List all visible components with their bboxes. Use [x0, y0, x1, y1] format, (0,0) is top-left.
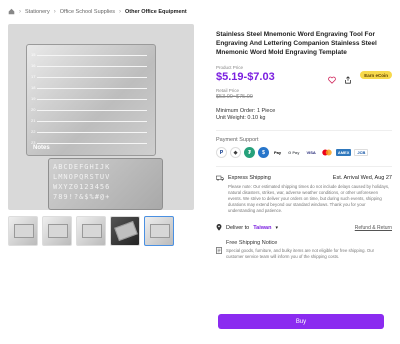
shipping-description: Please note: Our estimated shipping time…	[228, 184, 390, 213]
plate-number: 18	[31, 85, 36, 90]
amex-icon: AMEX	[335, 149, 352, 156]
home-icon[interactable]	[8, 8, 15, 15]
stencil-row: WXYZ0123456	[53, 183, 111, 191]
earn-ecoin-badge[interactable]: Earn eCoin	[360, 71, 392, 79]
refund-return-link[interactable]: Refund & Return	[355, 225, 392, 231]
location-pin-icon	[216, 224, 222, 231]
delivery-country-select[interactable]: Taiwan	[253, 225, 271, 231]
minimum-order: Minimum Order: 1 Piece	[216, 108, 276, 114]
breadcrumb-separator: ›	[19, 8, 21, 15]
stencil-row: LMNOPQRSTUV	[53, 173, 111, 181]
plate-number: 16	[31, 63, 36, 68]
mastercard-icon	[321, 149, 333, 156]
deliver-to-label: Deliver to	[226, 224, 250, 231]
plate-number: 19	[31, 96, 36, 101]
visa-icon: VISA	[306, 150, 316, 155]
apple-pay-icon: Pay	[274, 150, 282, 155]
shipping-method: Express Shipping	[228, 175, 271, 181]
product-info-panel: Stainless Steel Mnemonic Word Engraving …	[216, 30, 392, 260]
thumbnail-3[interactable]	[76, 216, 106, 246]
price-label: Product Price	[216, 65, 244, 70]
breadcrumb-item-office-school[interactable]: Office School Supplies	[60, 9, 115, 15]
retail-price-label: Retail Price	[216, 88, 240, 93]
heart-icon[interactable]	[328, 71, 337, 84]
product-title: Stainless Steel Mnemonic Word Engraving …	[216, 31, 377, 56]
retail-price: $53.00~$75.00	[216, 94, 253, 100]
plate-number: 20	[31, 107, 36, 112]
google-pay-icon: G Pay	[288, 150, 300, 155]
plate-number: 17	[31, 74, 36, 79]
free-shipping-notice-text: Special goods, furniture, and bulky item…	[226, 248, 375, 259]
plate-notes-label: Notes	[33, 145, 50, 151]
plate-number: 22	[31, 129, 36, 134]
usdc-icon: $	[258, 147, 269, 158]
unit-weight: Unit Weight: 0.10 kg	[216, 115, 266, 121]
free-shipping-notice-title: Free Shipping Notice	[226, 240, 278, 246]
thumbnail-strip	[8, 216, 174, 246]
stencil-row: 789!?&$%#@+	[53, 193, 111, 201]
breadcrumb-item-current: Other Office Equipment	[125, 8, 187, 15]
jcb-icon: JCB	[354, 149, 369, 156]
letter-stencil-image: ABCDEFGHIJK LMNOPQRSTUV WXYZ0123456 789!…	[48, 158, 163, 210]
notice-document-icon	[216, 241, 222, 254]
payment-support-title: Payment Support	[216, 137, 259, 143]
divider	[216, 130, 392, 131]
buy-button[interactable]: Buy	[218, 314, 384, 329]
breadcrumb: › Stationery › Office School Supplies › …	[8, 8, 187, 15]
product-price: $5.19-$7.03	[216, 71, 275, 83]
plate-number: 21	[31, 118, 36, 123]
thumbnail-4[interactable]	[110, 216, 140, 246]
payment-icons: P ◆ ₮ $ Pay G Pay VISA AMEX JCB	[216, 147, 392, 158]
share-icon[interactable]	[344, 71, 352, 84]
breadcrumb-item-stationery[interactable]: Stationery	[25, 9, 50, 15]
main-product-image[interactable]: 15 16 17 18 19 20 21 22 23 Notes ABCDEFG…	[8, 24, 194, 210]
divider	[216, 166, 392, 167]
thumbnail-2[interactable]	[42, 216, 72, 246]
breadcrumb-separator: ›	[53, 8, 56, 15]
steel-plate-image: 15 16 17 18 19 20 21 22 23 Notes	[26, 44, 156, 156]
truck-icon	[216, 175, 224, 181]
estimated-arrival: Est. Arrival Wed, Aug 27	[332, 175, 392, 181]
thumbnail-5[interactable]	[144, 216, 174, 246]
stencil-row: ABCDEFGHIJK	[53, 163, 111, 171]
breadcrumb-separator: ›	[119, 8, 122, 15]
thumbnail-1[interactable]	[8, 216, 38, 246]
paypal-icon: P	[216, 147, 227, 158]
chevron-down-icon[interactable]: ▾	[275, 225, 278, 231]
tether-icon: ₮	[244, 147, 255, 158]
plate-number: 15	[31, 52, 36, 57]
ethereum-icon: ◆	[230, 147, 241, 158]
